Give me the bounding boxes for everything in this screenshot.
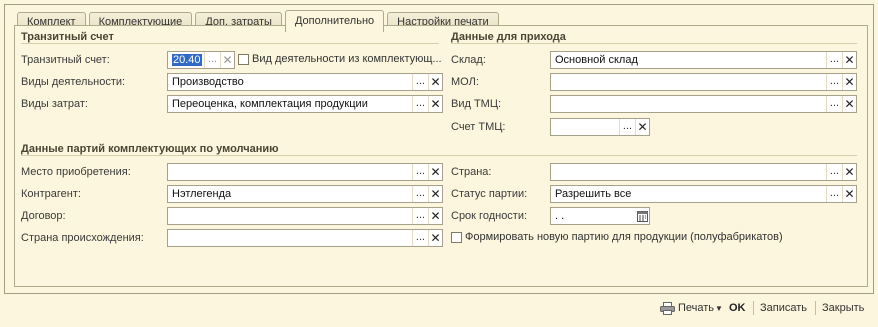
cost-types-select-button[interactable]: ... — [412, 96, 428, 112]
transit-section-title: Транзитный счет — [21, 31, 114, 43]
command-separator — [815, 301, 816, 315]
country-label: Страна: — [451, 166, 492, 178]
cost-types-clear-button[interactable]: ✕ — [428, 96, 442, 112]
contractor-label: Контрагент: — [21, 188, 81, 200]
contractor-select-button[interactable]: ... — [412, 186, 428, 202]
tmc-type-clear-button[interactable]: ✕ — [842, 96, 856, 112]
command-bar: Печать ▼ OK Записать Закрыть — [4, 294, 874, 323]
printer-icon[interactable] — [660, 302, 675, 318]
activity-types-select-button[interactable]: ... — [412, 74, 428, 90]
tmc-type-select-button[interactable]: ... — [826, 96, 842, 112]
additional-panel: Транзитный счет Транзитный счет: 20.40 .… — [14, 25, 868, 287]
transit-account-select-button[interactable]: ... — [204, 52, 220, 68]
contractor-value: Нэтлегенда — [172, 188, 232, 200]
tmc-type-label: Вид ТМЦ: — [451, 98, 502, 110]
new-batch-checkbox[interactable]: Формировать новую партию для продукции (… — [451, 231, 783, 243]
income-separator — [451, 43, 857, 44]
contractor-clear-button[interactable]: ✕ — [428, 186, 442, 202]
purchase-place-field[interactable]: ... ✕ — [167, 163, 443, 181]
contract-field[interactable]: ... ✕ — [167, 207, 443, 225]
cost-types-label: Виды затрат: — [21, 98, 88, 110]
mol-select-button[interactable]: ... — [826, 74, 842, 90]
activity-from-components-checkbox[interactable]: Вид деятельности из комплектующ... — [238, 53, 442, 65]
expiry-date-field[interactable]: . . — [550, 207, 650, 225]
tmc-account-label: Счет ТМЦ: — [451, 121, 506, 133]
expiry-date-value: . . — [555, 210, 565, 222]
income-section-title: Данные для прихода — [451, 31, 566, 43]
batch-status-field[interactable]: Разрешить все ... ✕ — [550, 185, 857, 203]
contract-label: Договор: — [21, 210, 66, 222]
print-button[interactable]: Печать — [678, 302, 714, 314]
transit-account-field[interactable]: 20.40 ... ✕ — [167, 51, 235, 69]
purchase-place-clear-button[interactable]: ✕ — [428, 164, 442, 180]
transit-account-label: Транзитный счет: — [21, 54, 110, 66]
tmc-account-field[interactable]: ... ✕ — [550, 118, 650, 136]
mol-clear-button[interactable]: ✕ — [842, 74, 856, 90]
activity-types-clear-button[interactable]: ✕ — [428, 74, 442, 90]
contract-clear-button[interactable]: ✕ — [428, 208, 442, 224]
warehouse-select-button[interactable]: ... — [826, 52, 842, 68]
warehouse-clear-button[interactable]: ✕ — [842, 52, 856, 68]
activity-types-label: Виды деятельности: — [21, 76, 126, 88]
batch-status-clear-button[interactable]: ✕ — [842, 186, 856, 202]
cost-types-value: Переоценка, комплектация продукции — [172, 98, 368, 110]
tmc-account-clear-button[interactable]: ✕ — [635, 119, 649, 135]
country-clear-button[interactable]: ✕ — [842, 164, 856, 180]
cost-types-field[interactable]: Переоценка, комплектация продукции ... ✕ — [167, 95, 443, 113]
origin-country-select-button[interactable]: ... — [412, 230, 428, 246]
warehouse-value: Основной склад — [555, 54, 638, 66]
transit-separator — [21, 43, 439, 44]
batch-status-value: Разрешить все — [555, 188, 632, 200]
calendar-icon[interactable] — [635, 210, 649, 222]
contractor-field[interactable]: Нэтлегенда ... ✕ — [167, 185, 443, 203]
batches-separator — [21, 155, 857, 156]
purchase-place-select-button[interactable]: ... — [412, 164, 428, 180]
mol-label: МОЛ: — [451, 76, 479, 88]
country-field[interactable]: ... ✕ — [550, 163, 857, 181]
tmc-account-select-button[interactable]: ... — [619, 119, 635, 135]
warehouse-label: Склад: — [451, 54, 486, 66]
activity-types-field[interactable]: Производство ... ✕ — [167, 73, 443, 91]
origin-country-field[interactable]: ... ✕ — [167, 229, 443, 247]
batch-status-select-button[interactable]: ... — [826, 186, 842, 202]
origin-country-label: Страна происхождения: — [21, 232, 144, 244]
country-select-button[interactable]: ... — [826, 164, 842, 180]
command-separator — [753, 301, 754, 315]
checkbox-box[interactable] — [238, 53, 249, 65]
expiry-label: Срок годности: — [451, 210, 528, 222]
transit-account-value: 20.40 — [172, 54, 202, 66]
purchase-place-label: Место приобретения: — [21, 166, 131, 178]
batch-status-label: Статус партии: — [451, 188, 528, 200]
mol-field[interactable]: ... ✕ — [550, 73, 857, 91]
activity-from-components-label: Вид деятельности из комплектующ... — [252, 53, 442, 65]
warehouse-field[interactable]: Основной склад ... ✕ — [550, 51, 857, 69]
contract-select-button[interactable]: ... — [412, 208, 428, 224]
activity-types-value: Производство — [172, 76, 244, 88]
close-button[interactable]: Закрыть — [822, 302, 864, 314]
transit-account-clear-button[interactable]: ✕ — [220, 52, 234, 68]
tab-additional[interactable]: Дополнительно — [284, 10, 385, 32]
print-dropdown-icon[interactable]: ▼ — [715, 304, 723, 313]
batches-section-title: Данные партий комплектующих по умолчанию — [21, 143, 279, 155]
origin-country-clear-button[interactable]: ✕ — [428, 230, 442, 246]
ok-button[interactable]: OK — [729, 302, 746, 314]
checkbox-box[interactable] — [451, 231, 462, 243]
tmc-type-field[interactable]: ... ✕ — [550, 95, 857, 113]
new-batch-label: Формировать новую партию для продукции (… — [465, 231, 783, 243]
save-button[interactable]: Записать — [760, 302, 807, 314]
